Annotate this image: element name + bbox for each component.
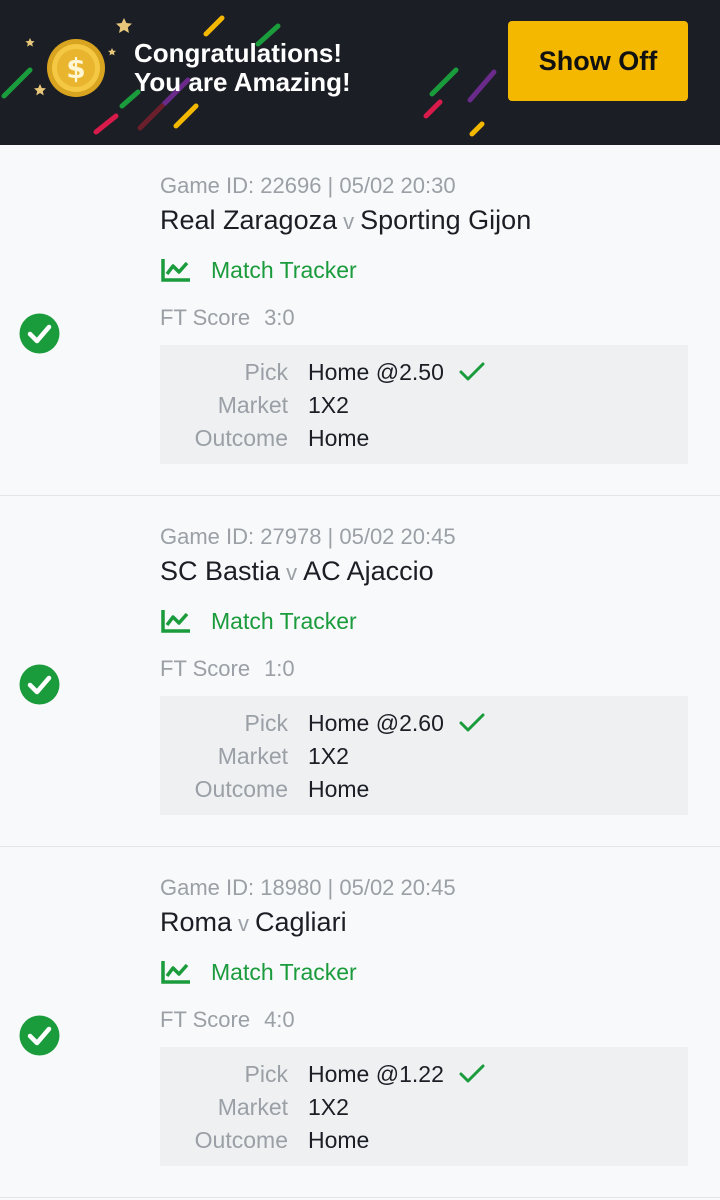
bet-details: Pick Home @1.22 Market 1X2 Outcome Home — [160, 1047, 688, 1166]
bet-card[interactable]: Game ID: 18980 | 05/02 20:45 Roma v Caglia… — [0, 847, 720, 1198]
market-row: Market 1X2 — [160, 392, 688, 425]
bet-card[interactable]: Game ID: 22696 | 05/02 20:30 Real Zarago… — [0, 145, 720, 496]
outcome-label: Outcome — [194, 425, 288, 451]
away-team: Cagliari — [255, 907, 347, 937]
won-check-circle-icon — [19, 313, 60, 354]
ft-score: FT Score 4:0 — [160, 1007, 295, 1033]
outcome-value: Home — [308, 425, 370, 451]
match-tracker-link[interactable]: Match Tracker — [160, 606, 357, 636]
ft-score-value: 3:0 — [264, 305, 295, 330]
market-row: Market 1X2 — [160, 1094, 688, 1127]
game-id-datetime: Game ID: 27978 | 05/02 20:45 — [160, 524, 456, 549]
market-label: Market — [217, 392, 288, 418]
congrats-line-1: Congratulations! — [134, 38, 342, 68]
outcome-value: Home — [308, 776, 370, 802]
versus-label: v — [343, 209, 355, 234]
svg-text:$: $ — [66, 52, 85, 85]
versus-label: v — [238, 911, 250, 936]
settled-bets-list: Game ID: 22696 | 05/02 20:30 Real Zarago… — [0, 145, 720, 1198]
match-teams: Real Zaragoza v Sporting Gijon — [160, 205, 531, 236]
market-label: Market — [217, 1094, 288, 1120]
won-check-circle-icon — [19, 664, 60, 705]
ft-score: FT Score 1:0 — [160, 656, 295, 682]
match-tracker-label: Match Tracker — [211, 256, 357, 283]
market-value: 1X2 — [308, 1094, 349, 1120]
home-team: SC Bastia — [160, 556, 281, 586]
pick-label: Pick — [244, 1061, 288, 1087]
outcome-value: Home — [308, 1127, 370, 1153]
ft-score-label: FT Score — [160, 1007, 251, 1032]
pick-value: Home @2.60 — [308, 710, 444, 736]
dollar-coin-icon: $ — [47, 39, 105, 97]
versus-label: v — [286, 560, 298, 585]
home-team: Real Zaragoza — [160, 205, 338, 235]
match-teams: Roma v Cagliari — [160, 907, 347, 938]
bet-details: Pick Home @2.60 Market 1X2 Outcome Home — [160, 696, 688, 815]
chart-trend-icon — [161, 259, 190, 282]
checkmark-icon — [459, 1064, 485, 1083]
home-team: Roma — [160, 907, 233, 937]
congrats-message: Congratulations! You are Amazing! — [134, 39, 351, 97]
outcome-row: Outcome Home — [160, 425, 688, 458]
pick-row: Pick Home @2.50 — [160, 359, 688, 392]
ft-score-value: 4:0 — [264, 1007, 295, 1032]
market-value: 1X2 — [308, 743, 349, 769]
congrats-line-2: You are Amazing! — [134, 67, 351, 97]
bet-card[interactable]: Game ID: 27978 | 05/02 20:45 SC Bastia v A… — [0, 496, 720, 847]
match-tracker-label: Match Tracker — [211, 958, 357, 985]
market-label: Market — [217, 743, 288, 769]
match-tracker-link[interactable]: Match Tracker — [160, 957, 357, 987]
ft-score: FT Score 3:0 — [160, 305, 295, 331]
won-check-circle-icon — [19, 1015, 60, 1056]
pick-row: Pick Home @2.60 — [160, 710, 688, 743]
pick-value: Home @2.50 — [308, 359, 444, 385]
outcome-row: Outcome Home — [160, 1127, 688, 1160]
away-team: Sporting Gijon — [360, 205, 532, 235]
ft-score-label: FT Score — [160, 656, 251, 681]
chart-trend-icon — [161, 961, 190, 984]
pick-label: Pick — [244, 710, 288, 736]
bet-details: Pick Home @2.50 Market 1X2 Outcome Home — [160, 345, 688, 464]
pick-value: Home @1.22 — [308, 1061, 444, 1087]
chart-trend-icon — [161, 610, 190, 633]
pick-label: Pick — [244, 359, 288, 385]
game-id-datetime: Game ID: 18980 | 05/02 20:45 — [160, 875, 456, 900]
away-team: AC Ajaccio — [303, 556, 434, 586]
congrats-banner: $ Congratulations! You are Amazing! Show… — [0, 0, 720, 145]
ft-score-label: FT Score — [160, 305, 251, 330]
outcome-label: Outcome — [194, 776, 288, 802]
match-tracker-label: Match Tracker — [211, 607, 357, 634]
game-id-datetime: Game ID: 22696 | 05/02 20:30 — [160, 173, 456, 198]
show-off-button[interactable]: Show Off — [508, 21, 688, 101]
outcome-label: Outcome — [194, 1127, 288, 1153]
checkmark-icon — [459, 362, 485, 381]
market-row: Market 1X2 — [160, 743, 688, 776]
match-teams: SC Bastia v AC Ajaccio — [160, 556, 434, 587]
match-tracker-link[interactable]: Match Tracker — [160, 255, 357, 285]
ft-score-value: 1:0 — [264, 656, 295, 681]
checkmark-icon — [459, 713, 485, 732]
market-value: 1X2 — [308, 392, 349, 418]
outcome-row: Outcome Home — [160, 776, 688, 809]
pick-row: Pick Home @1.22 — [160, 1061, 688, 1094]
